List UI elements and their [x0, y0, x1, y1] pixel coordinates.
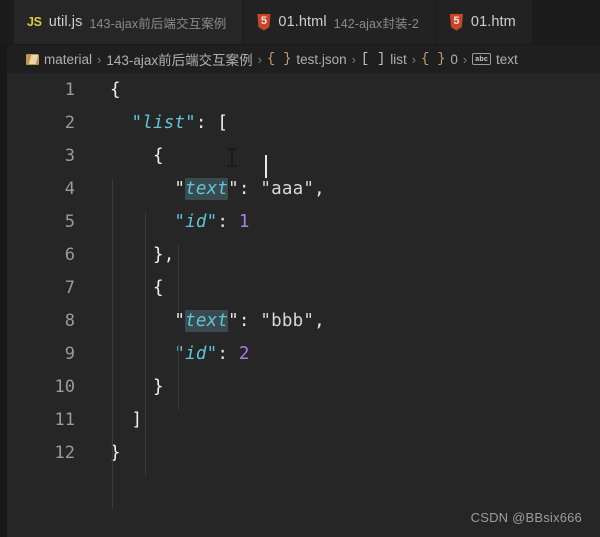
breadcrumb: material › 143-ajax前后端交互案例 › { } test.js…	[0, 45, 600, 73]
line-content: "id": 1	[174, 211, 250, 232]
breadcrumb-label: text	[495, 51, 518, 67]
line-content: {	[152, 145, 164, 166]
watermark: CSDN @BBsix666	[470, 510, 582, 525]
code-line: 9 "id": 2	[0, 337, 600, 370]
line-content: }	[152, 376, 164, 397]
line-content: "list": [	[131, 112, 229, 133]
tab-bar-left-spacer	[0, 0, 14, 44]
breadcrumb-label: 143-ajax前后端交互案例	[106, 53, 253, 68]
line-number: 1	[64, 79, 75, 100]
tab-label-description: 143-ajax前后端交互案例	[89, 16, 227, 31]
line-content: "id": 2	[174, 343, 250, 364]
breadcrumb-item-list[interactable]: [ ] list	[361, 52, 407, 67]
folder-icon	[26, 53, 39, 65]
line-content: ]	[131, 409, 143, 430]
editor-tab-01-html-partial[interactable]: 5 01.htm	[435, 0, 533, 44]
line-number: 3	[64, 145, 75, 166]
activity-bar-strip	[0, 45, 7, 537]
breadcrumb-item-material[interactable]: material	[26, 52, 92, 67]
code-line: 3 {	[0, 139, 600, 172]
breadcrumb-separator: ›	[411, 51, 417, 67]
tab-label-description: 142-ajax封装-2	[333, 16, 419, 31]
value-number: 2	[238, 343, 250, 364]
code-line: 5 "id": 1	[0, 205, 600, 238]
breadcrumb-label: material	[44, 51, 93, 67]
indent-guide	[145, 212, 146, 476]
breadcrumb-label: list	[390, 51, 407, 67]
indent-guide	[112, 179, 113, 509]
line-number: 9	[64, 343, 75, 364]
code-line: 2 "list": [	[0, 106, 600, 139]
line-number: 6	[64, 244, 75, 265]
line-number: 12	[54, 442, 75, 463]
vscode-window: JS util.js 143-ajax前后端交互案例 5 01.html 142…	[0, 0, 600, 537]
selected-token[interactable]: text	[185, 177, 229, 200]
line-number: 11	[54, 409, 75, 430]
indent-guide	[178, 245, 179, 311]
breadcrumb-item-folder-143[interactable]: 143-ajax前后端交互案例	[106, 49, 252, 69]
breadcrumb-label: 0	[450, 51, 458, 67]
code-line: 11 ]	[0, 403, 600, 436]
line-content: },	[152, 244, 175, 265]
line-number: 4	[64, 178, 75, 199]
braces-icon: { }	[421, 51, 446, 67]
breadcrumb-label: test.json	[296, 51, 347, 67]
code-line: 8 "text": "bbb",	[0, 304, 600, 337]
code-line: 4 "text": "aaa",	[0, 172, 600, 205]
tab-label-filename: 01.htm	[470, 14, 516, 30]
code-line: 6 },	[0, 238, 600, 271]
value-text: bbb	[271, 310, 304, 331]
indent-guide	[178, 344, 179, 410]
breadcrumb-item-test-json[interactable]: { } test.json	[267, 52, 347, 67]
code-line: 10 }	[0, 370, 600, 403]
js-icon: JS	[27, 15, 42, 29]
tab-label-filename: util.js	[48, 14, 83, 30]
line-number: 2	[64, 112, 75, 133]
brackets-icon: [ ]	[360, 51, 386, 67]
line-number: 5	[64, 211, 75, 232]
code-line: 1 {	[0, 73, 600, 106]
editor-tab-01-html-142[interactable]: 5 01.html 142-ajax封装-2	[243, 0, 436, 44]
breadcrumb-separator: ›	[257, 51, 262, 67]
line-content: {	[152, 277, 164, 298]
html5-icon: 5	[449, 13, 464, 31]
code-line: 12 }	[0, 436, 600, 469]
line-number: 10	[54, 376, 75, 397]
selected-token[interactable]: text	[185, 309, 229, 332]
value-text: aaa	[271, 178, 304, 199]
breadcrumb-separator: ›	[351, 51, 356, 67]
braces-icon: { }	[267, 51, 292, 67]
editor-tab-bar: JS util.js 143-ajax前后端交互案例 5 01.html 142…	[0, 0, 600, 45]
line-content: }	[110, 442, 121, 463]
line-number: 8	[64, 310, 75, 331]
code-line: 7 {	[0, 271, 600, 304]
value-number: 1	[238, 211, 250, 232]
breadcrumb-separator: ›	[97, 51, 102, 67]
code-editor[interactable]: 1 { 2 "list": [ 3 { 4 "text": "aaa", 5 "…	[0, 73, 600, 537]
text-caret	[265, 155, 267, 178]
tab-label-filename: 01.html	[278, 14, 327, 30]
html5-icon: 5	[257, 13, 271, 31]
line-number: 7	[64, 277, 75, 298]
breadcrumb-item-index-0[interactable]: { } 0	[421, 52, 458, 67]
abc-icon: abc	[472, 53, 491, 65]
breadcrumb-item-text[interactable]: abc text	[472, 51, 518, 67]
breadcrumb-separator: ›	[462, 51, 468, 67]
editor-tab-util-js[interactable]: JS util.js 143-ajax前后端交互案例	[14, 0, 244, 44]
line-content: {	[110, 79, 121, 100]
